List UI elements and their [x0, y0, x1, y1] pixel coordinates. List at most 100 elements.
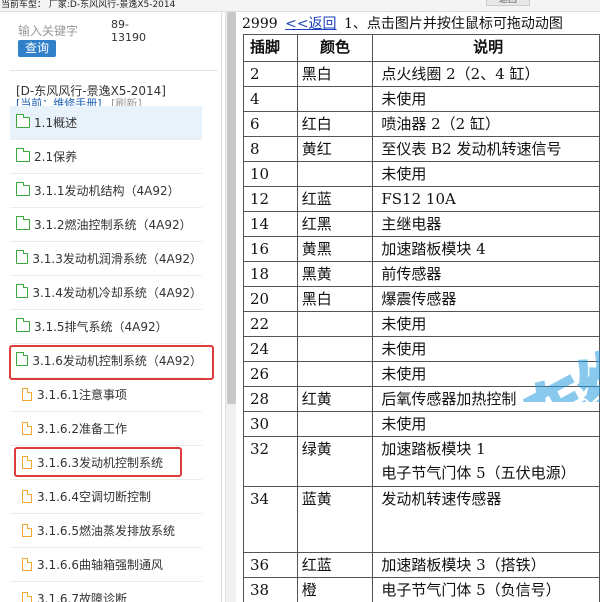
- current-model-text: 当前车型： 厂家:D-东风风行-景逸X5-2014: [1, 0, 176, 10]
- tree-item-ac-cutoff[interactable]: 3.1.6.4空调切断控制: [10, 480, 202, 514]
- cell-pin: 16: [243, 236, 298, 262]
- tree-item-label: 3.1.6.2准备工作: [37, 422, 127, 436]
- tree-item-preparation[interactable]: 3.1.6.2准备工作: [10, 412, 202, 446]
- cell-color: 橙: [296, 577, 374, 602]
- tree-item-overview[interactable]: 1.1概述: [10, 106, 202, 140]
- table-row: 38 橙电子节气门体 5（负信号）: [243, 577, 600, 602]
- cell-pin: 26: [243, 361, 298, 387]
- sidebar-scrollbar[interactable]: [225, 12, 236, 602]
- folder-icon: [15, 148, 30, 162]
- cell-pin: 4: [243, 86, 298, 112]
- pin-table[interactable]: 插脚 颜色 说明 2 黑白 点火线圈 2（2、4 缸） 4 未使用 6 红白 喷油器 2（2 …: [243, 34, 600, 602]
- cell-pin: 10: [243, 161, 298, 187]
- table-row: 20 黑白 爆震传感器: [243, 286, 600, 312]
- tree-item-label: 3.1.6发动机控制系统（4A92）: [32, 354, 202, 368]
- cell-description: 加速踏板模块 4: [372, 236, 600, 262]
- cell-color: 红蓝: [296, 186, 374, 212]
- content-header: 2999 <<返回 1、点击图片并按住鼠标可拖动动图: [242, 13, 563, 33]
- cell-pin: 8: [243, 136, 298, 162]
- tree-item-diagnosis[interactable]: 3.1.6.7故障诊断: [10, 582, 202, 602]
- folder-icon: [15, 114, 30, 128]
- top-return-button[interactable]: 返回: [486, 0, 530, 6]
- table-row: 16 黄黑 加速踏板模块 4: [243, 236, 600, 262]
- cell-description: 至仪表 B2 发动机转速信号: [372, 136, 600, 162]
- tree-item-engine-structure[interactable]: 3.1.1发动机结构（4A92）: [10, 174, 202, 208]
- tree-item-pcv[interactable]: 3.1.6.6曲轴箱强制通风: [10, 548, 202, 582]
- tree-item-precautions[interactable]: 3.1.6.1注意事项: [10, 378, 202, 412]
- cell-description: 电子节气门体 5（负信号）: [372, 577, 600, 602]
- content-pane: 2999 <<返回 1、点击图片并按住鼠标可拖动动图 插脚 颜色 说明 2 黑白点…: [237, 12, 600, 602]
- cell-color: 黄红: [296, 136, 374, 162]
- folder-open-icon: [15, 352, 29, 366]
- current-model-bar: 当前车型： 厂家:D-东风风行-景逸X5-2014 返回: [0, 0, 600, 12]
- column-header-description: 说明: [372, 34, 600, 62]
- column-header-color: 颜色: [296, 34, 374, 62]
- tree-item-label: 3.1.1发动机结构（4A92）: [34, 184, 180, 198]
- cell-color: [296, 411, 374, 437]
- table-row: 36 红蓝 加速踏板模块 3（搭铁）: [243, 552, 600, 578]
- cell-pin: 28: [243, 386, 298, 412]
- cell-pin: 22: [243, 311, 298, 337]
- instruction-text: 1、点击图片并按住鼠标可拖动动图: [344, 16, 563, 32]
- search-area: 输入关键字 89-13190 查询: [0, 12, 221, 72]
- table-row: 4 未使用: [243, 86, 600, 112]
- cell-description: 发动机转速传感器: [372, 486, 600, 553]
- manual-tree: 1.1概述 2.1保养 3.1.1发动机结构（4A92） 3.1.2燃油控制系统…: [10, 106, 215, 602]
- table-row: 14 红黑 主继电器: [243, 211, 600, 237]
- table-row: 22 未使用: [243, 311, 600, 337]
- cell-color: [296, 86, 374, 112]
- cell-color: [296, 311, 374, 337]
- table-row: 26 未使用: [243, 361, 600, 387]
- scrollbar-thumb[interactable]: [227, 12, 236, 404]
- table-row: 18 黑黄 前传感器: [243, 261, 600, 287]
- cell-pin: 24: [243, 336, 298, 362]
- table-row: 10 未使用: [243, 161, 600, 187]
- tree-item-maintenance[interactable]: 2.1保养: [10, 140, 202, 174]
- cell-description: 未使用: [372, 336, 600, 362]
- folder-icon: [15, 250, 29, 264]
- tree-item-lubrication[interactable]: 3.1.3发动机润滑系统（4A92）: [10, 242, 202, 276]
- cell-pin: 32: [243, 436, 298, 487]
- cell-description: 爆震传感器: [372, 286, 600, 312]
- tree-item-cooling[interactable]: 3.1.4发动机冷却系统（4A92）: [10, 276, 202, 310]
- cell-description: 前传感器: [372, 261, 600, 287]
- cell-color: 红黄: [296, 386, 374, 412]
- tree-item-label: 3.1.5排气系统（4A92）: [34, 320, 168, 334]
- cell-color: [296, 161, 374, 187]
- cell-color: 黑白: [296, 61, 374, 87]
- tree-item-evap-emission[interactable]: 3.1.6.5燃油蒸发排放系统: [10, 514, 202, 548]
- cell-description: 未使用: [372, 311, 600, 337]
- cell-pin: 38: [243, 577, 298, 602]
- page-icon: [22, 523, 33, 537]
- table-header-row: 插脚 颜色 说明: [243, 34, 600, 62]
- cell-description: 后氧传感器加热控制: [372, 386, 600, 412]
- cell-description: 点火线圈 2（2、4 缸）: [372, 61, 600, 87]
- sidebar: 输入关键字 89-13190 查询 [D-东风风行-景逸X5-2014] [当前…: [0, 12, 222, 602]
- page-icon: [22, 591, 33, 602]
- cell-description: 未使用: [372, 361, 600, 387]
- cell-pin: 6: [243, 111, 298, 137]
- folder-icon: [15, 216, 30, 230]
- page-icon: [22, 489, 33, 503]
- cell-pin: 2: [243, 61, 298, 87]
- tree-item-label: 3.1.4发动机冷却系统（4A92）: [32, 286, 202, 300]
- tree-item-exhaust[interactable]: 3.1.5排气系统（4A92）: [10, 310, 202, 344]
- tree-item-engine-control[interactable]: 3.1.6发动机控制系统（4A92）: [10, 344, 202, 378]
- cell-description: 未使用: [372, 411, 600, 437]
- tree-item-label: 1.1概述: [34, 116, 78, 130]
- table-row: 28 红黄 后氧传感器加热控制: [243, 386, 600, 412]
- tree-item-label: 3.1.6.3发动机控制系统: [37, 456, 163, 470]
- cell-pin: 36: [243, 552, 298, 578]
- tree-item-label: 3.1.6.5燃油蒸发排放系统: [37, 524, 175, 538]
- tree-item-label: 3.1.2燃油控制系统（4A92）: [34, 218, 192, 232]
- back-link[interactable]: <<返回: [285, 16, 336, 32]
- cell-description: 加速踏板模块 3（搭铁）: [372, 552, 600, 578]
- table-row: 32 绿黄 加速踏板模块 1 电子节气门体 5（五伏电源）: [243, 436, 600, 487]
- page-icon: [22, 455, 33, 469]
- search-input[interactable]: 输入关键字: [18, 22, 78, 39]
- cell-description: 未使用: [372, 86, 600, 112]
- cell-description: 未使用: [372, 161, 600, 187]
- tree-item-fuel-control[interactable]: 3.1.2燃油控制系统（4A92）: [10, 208, 202, 242]
- tree-item-engine-control-system[interactable]: 3.1.6.3发动机控制系统: [10, 446, 202, 480]
- query-button[interactable]: 查询: [18, 40, 56, 57]
